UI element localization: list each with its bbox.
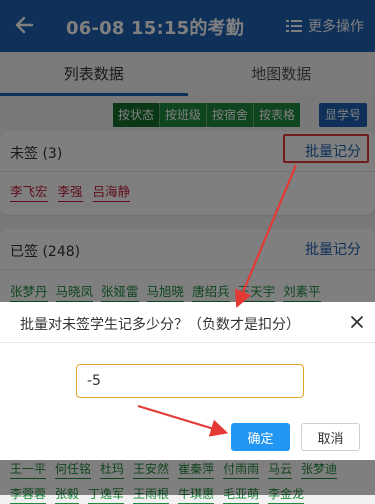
divider <box>0 342 375 343</box>
cancel-button[interactable]: 取消 <box>301 423 360 451</box>
dialog-title: 批量对未签学生记多少分？（负数才是扣分） <box>20 314 300 334</box>
batch-score-dialog: 批量对未签学生记多少分？（负数才是扣分） 确定 取消 <box>0 302 375 460</box>
confirm-button[interactable]: 确定 <box>231 423 290 451</box>
score-input[interactable] <box>76 364 304 398</box>
close-icon[interactable] <box>349 314 365 330</box>
